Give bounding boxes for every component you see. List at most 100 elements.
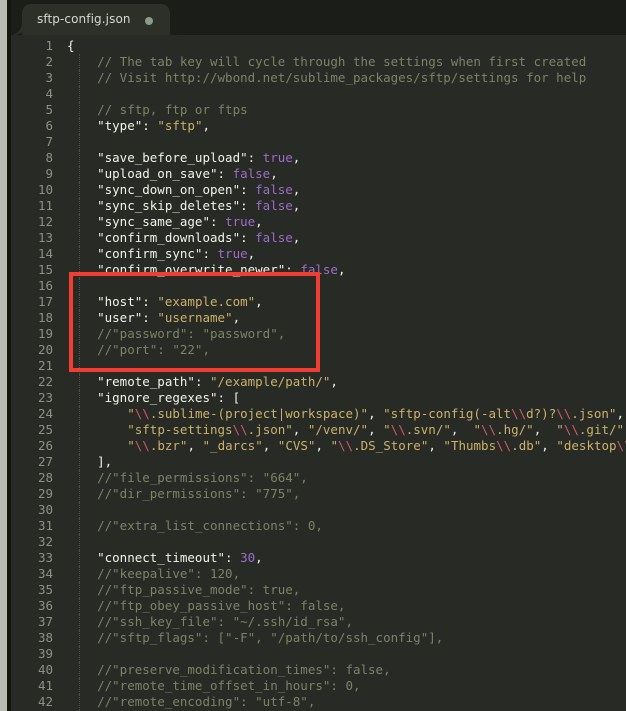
code-token: \\ (338, 438, 354, 453)
code-line[interactable]: 35 //"ftp_passive_mode": true, (11, 582, 626, 598)
code-token: .svn/" (405, 422, 451, 437)
code-line[interactable]: 4 (11, 86, 626, 102)
code-token: , (533, 422, 549, 437)
indent-guide (79, 646, 81, 662)
code-token: "sftp" (157, 118, 203, 133)
indent-guide (79, 374, 81, 390)
indent-guide (79, 630, 81, 646)
code-line[interactable]: 42 //"remote_encoding": "utf-8", (11, 694, 626, 710)
code-line[interactable]: 33 "connect_timeout": 30, (11, 550, 626, 566)
code-token: : (240, 230, 256, 245)
code-lines[interactable]: 1{2 // The tab key will cycle through th… (11, 38, 626, 711)
code-line[interactable]: 28 //"file_permissions": "664", (11, 470, 626, 486)
code-token: "sync_same_age" (67, 214, 210, 229)
code-token: false (255, 198, 293, 213)
code-token: , (315, 438, 331, 453)
code-line[interactable]: 30 (11, 502, 626, 518)
unsaved-dot-icon[interactable] (145, 17, 153, 25)
code-line[interactable]: 40 //"preserve_modification_times": fals… (11, 662, 626, 678)
code-line[interactable]: 34 //"keepalive": 120, (11, 566, 626, 582)
code-text: "confirm_downloads": false, (58, 230, 300, 246)
indent-guide (79, 102, 81, 118)
code-token: : (240, 182, 256, 197)
code-line[interactable]: 25 "sftp-settings\\.json", "/venv/", "\\… (11, 422, 626, 438)
code-line[interactable]: 29 //"dir_permissions": "775", (11, 486, 626, 502)
code-line[interactable]: 7 (11, 134, 626, 150)
code-line[interactable]: 1{ (11, 38, 626, 54)
code-token: , (255, 214, 263, 229)
line-number: 9 (45, 166, 53, 181)
code-text: // sftp, ftp or ftps (58, 102, 248, 118)
line-number: 3 (45, 70, 53, 85)
line-number: 8 (45, 150, 53, 165)
code-line[interactable]: 16 (11, 278, 626, 294)
code-line[interactable]: 8 "save_before_upload": true, (11, 150, 626, 166)
code-token: , (232, 310, 241, 325)
tab-sftp-config-json[interactable]: sftp-config.json (10, 4, 182, 35)
indent-guide (79, 534, 81, 550)
code-line[interactable]: 14 "confirm_sync": true, (11, 246, 626, 262)
code-line[interactable]: 5 // sftp, ftp or ftps (11, 102, 626, 118)
code-line[interactable]: 9 "upload_on_save": false, (11, 166, 626, 182)
code-line[interactable]: 37 //"ssh_key_file": "~/.ssh/id_rsa", (11, 614, 626, 630)
code-line[interactable]: 20 //"port": "22", (11, 342, 626, 358)
line-number: 11 (37, 198, 53, 213)
code-token: "sync_skip_deletes" (67, 198, 241, 213)
line-number: 21 (37, 358, 53, 373)
code-line[interactable]: 3 // Visit http://wbond.net/sublime_pack… (11, 70, 626, 86)
line-number: 33 (37, 550, 53, 565)
indent-guide (79, 454, 81, 470)
indent-guide (79, 550, 81, 566)
code-token: //"ssh_key_file": "~/.ssh/id_rsa", (67, 614, 353, 629)
code-token: .json" (571, 406, 617, 421)
code-line[interactable]: 19 //"password": "password", (11, 326, 626, 342)
line-number: 2 (45, 54, 53, 69)
code-line[interactable]: 13 "confirm_downloads": false, (11, 230, 626, 246)
code-text: "sftp-settings\\.json", "/venv/", "\\.sv… (58, 422, 626, 438)
code-line[interactable]: 12 "sync_same_age": true, (11, 214, 626, 230)
code-line[interactable]: 18 "user": "username", (11, 310, 626, 326)
indent-guide (79, 262, 81, 278)
code-line[interactable]: 27 ], (11, 454, 626, 470)
code-token: , (187, 438, 203, 453)
code-line[interactable]: 26 "\\.bzr", "_darcs", "CVS", "\\.DS_Sto… (11, 438, 626, 454)
code-line[interactable]: 11 "sync_skip_deletes": false, (11, 198, 626, 214)
code-token: , (202, 118, 211, 133)
code-line[interactable]: 24 "\\.sublime-(project|workspace)", "sf… (11, 406, 626, 422)
code-line[interactable]: 39 (11, 646, 626, 662)
code-token: false (255, 230, 293, 245)
code-line[interactable]: 31 //"extra_list_connections": 0, (11, 518, 626, 534)
code-token: \\ (481, 422, 497, 437)
code-line[interactable]: 36 //"ftp_obey_passive_host": false, (11, 598, 626, 614)
line-number: 22 (37, 374, 53, 389)
indent-guide (79, 582, 81, 598)
code-editor[interactable]: 1{2 // The tab key will cycle through th… (11, 35, 626, 711)
code-text: "\\.bzr", "_darcs", "CVS", "\\.DS_Store"… (58, 438, 626, 454)
code-line[interactable]: 2 // The tab key will cycle through the … (11, 54, 626, 70)
code-token: , (330, 374, 338, 389)
code-text: //"file_permissions": "664", (58, 470, 308, 486)
code-line[interactable]: 10 "sync_down_on_open": false, (11, 182, 626, 198)
code-token: " (127, 438, 135, 453)
code-line[interactable]: 32 (11, 534, 626, 550)
code-line[interactable]: 17 "host": "example.com", (11, 294, 626, 310)
code-token: .sublime-(project|workspace)" (149, 406, 369, 421)
code-line[interactable]: 22 "remote_path": "/example/path/", (11, 374, 626, 390)
code-line[interactable]: 15 "confirm_overwrite_newer": false, (11, 262, 626, 278)
code-line[interactable]: 41 //"remote_time_offset_in_hours": 0, (11, 678, 626, 694)
code-token: " (383, 422, 391, 437)
code-token: "sftp-config(-alt (383, 406, 512, 421)
indent-guide (79, 470, 81, 486)
window-left-edge (0, 0, 7, 711)
code-line[interactable]: 21 (11, 358, 626, 374)
code-text: "save_before_upload": true, (58, 150, 300, 166)
line-number: 38 (37, 630, 53, 645)
code-text: //"preserve_modification_times": false, (58, 662, 391, 678)
code-text: "host": "example.com", (58, 294, 263, 310)
code-line[interactable]: 6 "type": "sftp", (11, 118, 626, 134)
indent-guide (79, 566, 81, 582)
code-line[interactable]: 23 "ignore_regexes": [ (11, 390, 626, 406)
code-line[interactable]: 38 //"sftp_flags": ["-F", "/path/to/ssh_… (11, 630, 626, 646)
